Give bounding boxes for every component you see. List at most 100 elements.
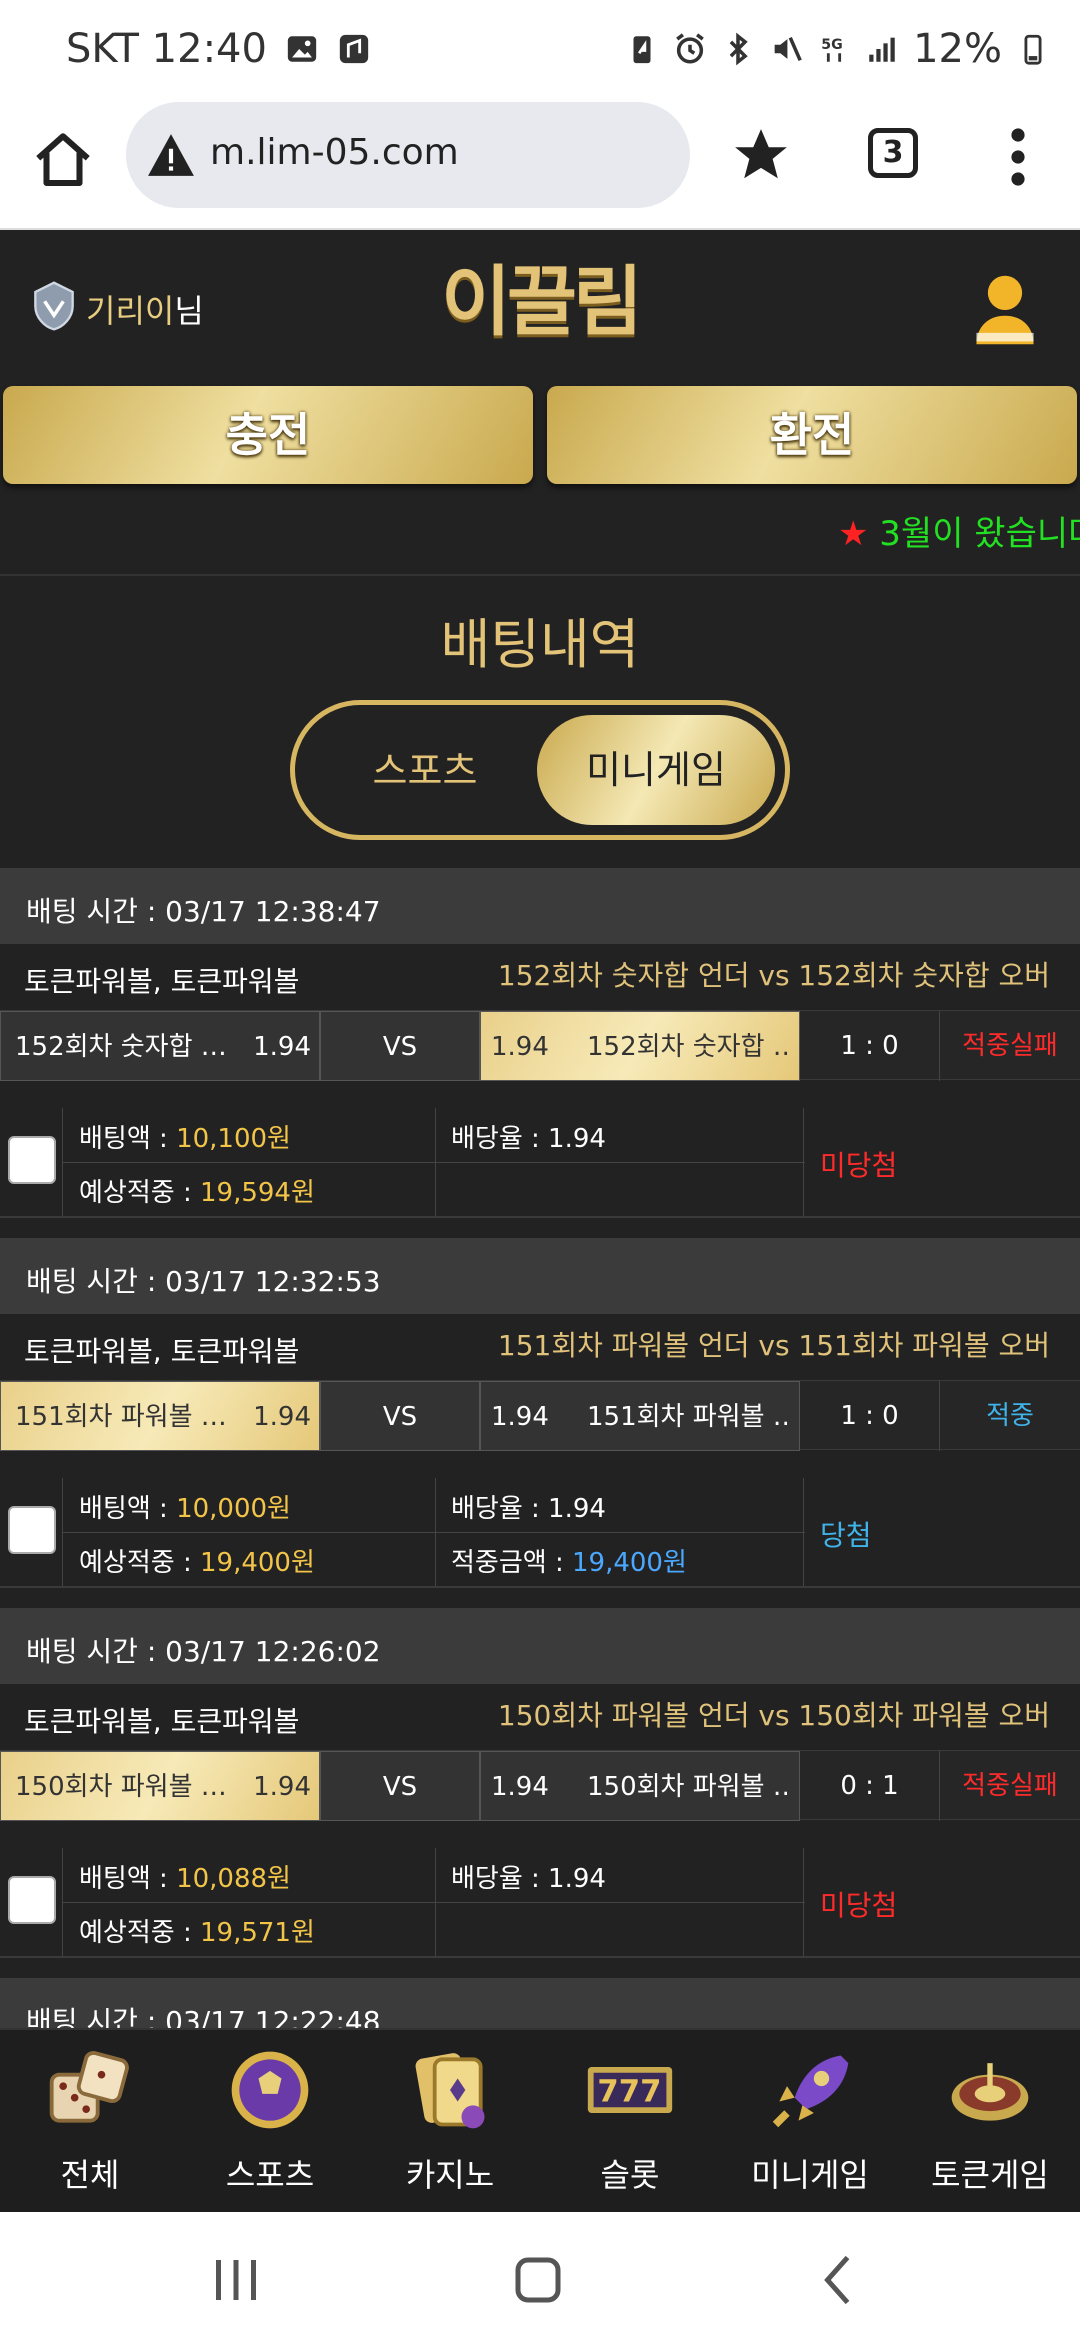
deposit-button[interactable]: 충전	[3, 386, 533, 484]
home-option-selected[interactable]: 150회차 파워볼 … 1.94	[0, 1751, 320, 1821]
notice-text: 3월이 왔습니다.	[879, 514, 1080, 554]
nav-label: 카지노	[405, 2156, 495, 2194]
away-option[interactable]: 1.94 151회차 파워볼 …	[480, 1381, 800, 1451]
cards-icon	[415, 2053, 485, 2129]
home-nav-icon[interactable]	[508, 2250, 568, 2310]
bet-amount-value: 10,000원	[176, 1494, 291, 1524]
score: 0 : 1	[800, 1751, 940, 1821]
mute-icon	[774, 36, 802, 62]
image-icon	[287, 36, 317, 62]
battery-saver-icon	[633, 36, 651, 64]
vs-label: VS	[320, 1751, 480, 1821]
bluetooth-icon	[729, 32, 748, 66]
recent-apps-icon[interactable]	[206, 2250, 266, 2310]
nav-label: 스포츠	[225, 2156, 315, 2194]
away-option-selected[interactable]: 1.94 152회차 숫자합 …	[480, 1011, 800, 1081]
alarm-icon	[676, 33, 704, 64]
nav-casino[interactable]: 카지노	[360, 2030, 540, 2214]
profile-icon[interactable]	[970, 270, 1040, 350]
bet-header: 배팅 시간 : 03/17 12:26:02	[0, 1608, 1080, 1684]
bet-amount-label: 배팅액 :	[79, 1124, 177, 1154]
bookmark-star-icon[interactable]	[730, 124, 792, 186]
away-odds: 1.94	[491, 1402, 549, 1432]
bet-detail: 배팅액 : 10,100원 배당율 : 1.94 예상적중 : 19,594원 …	[0, 1108, 1080, 1218]
away-option[interactable]: 1.94 150회차 파워볼 …	[480, 1751, 800, 1821]
expected-win: 예상적중 : 19,400원	[79, 1542, 315, 1579]
withdraw-button[interactable]: 환전	[547, 386, 1077, 484]
result-label: 적중실패	[962, 1771, 1058, 1801]
vs-label: VS	[320, 1381, 480, 1451]
expected-win-value: 19,571원	[199, 1918, 315, 1948]
expected-win: 예상적중 : 19,571원	[79, 1912, 315, 1949]
bet-checkbox[interactable]	[8, 1506, 56, 1554]
win-amount: 적중금액 : 19,400원	[451, 1542, 687, 1579]
status-bar: SKT 12:40 5G 12%	[0, 0, 1080, 100]
expected-win-label: 예상적중 :	[79, 1178, 200, 1208]
page-title: 배팅내역	[440, 613, 640, 676]
home-option-name: 152회차 숫자합 …	[15, 1032, 227, 1062]
result-label: 적중	[986, 1401, 1034, 1431]
note-icon	[339, 34, 369, 64]
nav-all[interactable]: 전체	[0, 2030, 180, 2214]
user-name: 기리이	[86, 292, 175, 330]
nav-label: 전체	[60, 2156, 120, 2194]
nav-slot[interactable]: 777 슬롯	[540, 2030, 720, 2214]
expected-win-value: 19,594원	[199, 1178, 315, 1208]
bet-detail: 배팅액 : 10,000원 배당율 : 1.94 예상적중 : 19,400원 …	[0, 1478, 1080, 1588]
home-option[interactable]: 152회차 숫자합 … 1.94	[0, 1011, 320, 1081]
bet-odds-row: 152회차 숫자합 … 1.94 VS 1.94 152회차 숫자합 … 1 : 0…	[0, 1010, 1080, 1081]
bet-time: 배팅 시간 : 03/17 12:32:53	[26, 1265, 381, 1298]
site-logo[interactable]: 이끌림	[440, 232, 643, 372]
win-amount-label: 적중금액 :	[451, 1548, 572, 1578]
expected-win: 예상적중 : 19,594원	[79, 1172, 315, 1209]
bet-odds-row: 151회차 파워볼 … 1.94 VS 1.94 151회차 파워볼 … 1 : 0…	[0, 1380, 1080, 1451]
nav-minigame[interactable]: 미니게임	[720, 2030, 900, 2214]
bet-detail: 배팅액 : 10,088원 배당율 : 1.94 예상적중 : 19,571원 …	[0, 1848, 1080, 1958]
more-menu-icon[interactable]	[1000, 124, 1036, 190]
url-text: m.lim-05.com	[210, 132, 459, 173]
tab-switcher-button[interactable]: 3	[868, 128, 918, 178]
bet-status: 미당첨	[820, 1149, 898, 1182]
user-suffix: 님	[174, 292, 204, 330]
category-toggle: 스포츠 미니게임	[290, 700, 790, 840]
home-option-selected[interactable]: 151회차 파워볼 … 1.94	[0, 1381, 320, 1451]
expected-win-value: 19,400원	[199, 1548, 315, 1578]
bet-card: 배팅 시간 : 03/17 12:38:47 토큰파워볼, 토큰파워볼 152회…	[0, 868, 1080, 1238]
star-icon: ★	[838, 514, 869, 554]
tab-minigame[interactable]: 미니게임	[537, 715, 775, 825]
score: 1 : 0	[800, 1011, 940, 1081]
bet-status: 당첨	[820, 1519, 872, 1552]
soccer-ball-icon	[231, 2051, 309, 2129]
warning-icon[interactable]	[146, 130, 196, 180]
nav-token-game[interactable]: 토큰게임	[900, 2030, 1080, 2214]
nav-sports[interactable]: 스포츠	[180, 2030, 360, 2214]
bet-amount: 배팅액 : 10,100원	[79, 1118, 291, 1155]
dice-icon	[49, 2050, 129, 2123]
system-nav-bar	[0, 2212, 1080, 2340]
tab-sports[interactable]: 스포츠	[335, 729, 515, 813]
address-bar[interactable]: m.lim-05.com	[126, 102, 690, 208]
away-option-name: 150회차 파워볼 …	[587, 1772, 787, 1802]
home-icon[interactable]	[30, 128, 96, 194]
battery-percent: 12%	[913, 26, 1002, 72]
away-option-name: 151회차 파워볼 …	[587, 1402, 787, 1432]
bet-odds-row: 150회차 파워볼 … 1.94 VS 1.94 150회차 파워볼 … 0 : 1…	[0, 1750, 1080, 1821]
bet-card: 배팅 시간 : 03/17 12:32:53 토큰파워볼, 토큰파워볼 151회…	[0, 1238, 1080, 1608]
back-icon[interactable]	[810, 2250, 870, 2310]
site-header: 기리이님 이끌림	[0, 230, 1080, 380]
bet-amount-value: 10,100원	[176, 1124, 291, 1154]
bet-checkbox[interactable]	[8, 1876, 56, 1924]
bet-detail-table: 배팅액 : 10,000원 배당율 : 1.94 예상적중 : 19,400원 …	[62, 1478, 805, 1586]
bet-amount-label: 배팅액 :	[79, 1494, 177, 1524]
expected-win-label: 예상적중 :	[79, 1548, 200, 1578]
rocket-icon	[772, 2055, 849, 2128]
bet-amount-label: 배팅액 :	[79, 1864, 177, 1894]
win-amount-value: 19,400원	[571, 1548, 687, 1578]
bet-checkbox[interactable]	[8, 1136, 56, 1184]
bet-time: 배팅 시간 : 03/17 12:38:47	[26, 895, 381, 928]
home-odds: 1.94	[253, 1402, 311, 1432]
away-odds: 1.94	[491, 1772, 549, 1802]
home-option-name: 150회차 파워볼 …	[15, 1772, 227, 1802]
bet-detail-table: 배팅액 : 10,088원 배당율 : 1.94 예상적중 : 19,571원	[62, 1848, 805, 1956]
home-odds: 1.94	[253, 1032, 311, 1062]
